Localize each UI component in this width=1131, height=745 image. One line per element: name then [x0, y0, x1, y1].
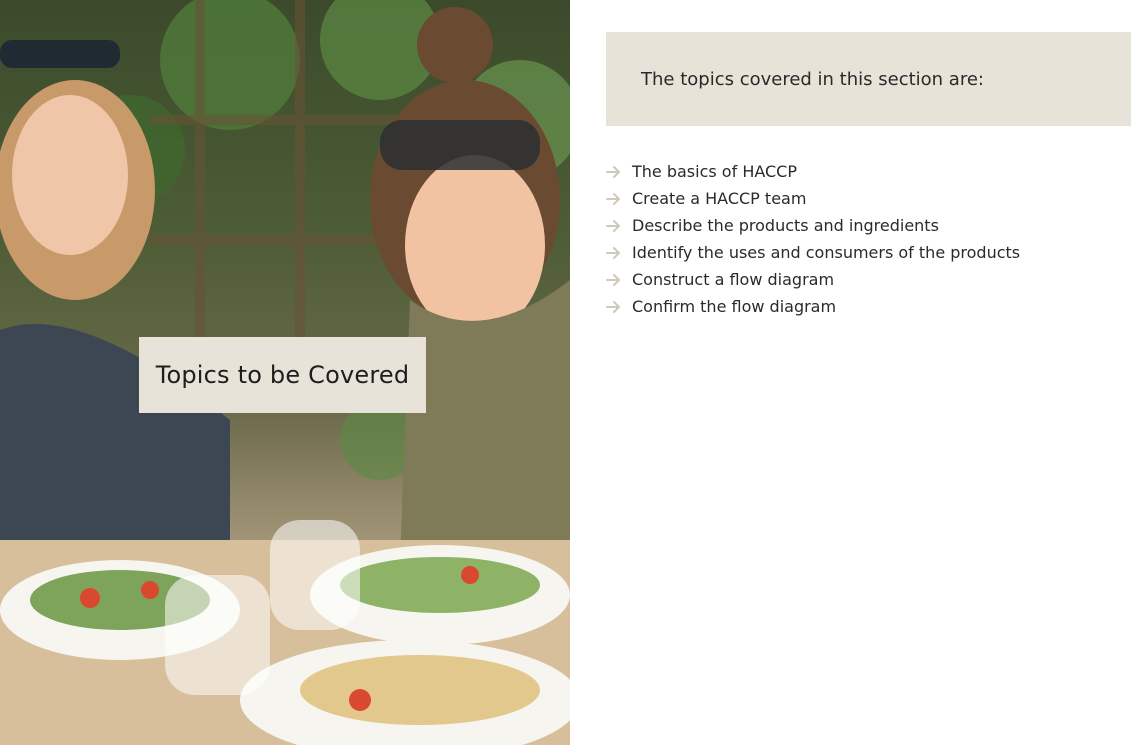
list-item: Construct a flow diagram: [606, 266, 1020, 293]
list-item: Create a HACCP team: [606, 185, 1020, 212]
arrow-right-icon: [606, 192, 632, 206]
topic-list: The basics of HACCP Create a HACCP team …: [606, 158, 1020, 320]
arrow-right-icon: [606, 219, 632, 233]
section-title: Topics to be Covered: [155, 361, 410, 389]
intro-box: The topics covered in this section are:: [606, 32, 1131, 126]
intro-text: The topics covered in this section are:: [641, 68, 984, 90]
arrow-right-icon: [606, 165, 632, 179]
topic-label: Identify the uses and consumers of the p…: [632, 243, 1021, 262]
section-title-card: Topics to be Covered: [139, 337, 426, 413]
arrow-right-icon: [606, 246, 632, 260]
topic-label: Create a HACCP team: [632, 189, 807, 208]
topic-label: Confirm the flow diagram: [632, 297, 837, 316]
topic-label: Construct a flow diagram: [632, 270, 835, 289]
list-item: The basics of HACCP: [606, 158, 1020, 185]
list-item: Describe the products and ingredients: [606, 212, 1020, 239]
list-item: Confirm the flow diagram: [606, 293, 1020, 320]
arrow-right-icon: [606, 300, 632, 314]
arrow-right-icon: [606, 273, 632, 287]
topic-label: The basics of HACCP: [632, 162, 797, 181]
topic-label: Describe the products and ingredients: [632, 216, 939, 235]
list-item: Identify the uses and consumers of the p…: [606, 239, 1020, 266]
